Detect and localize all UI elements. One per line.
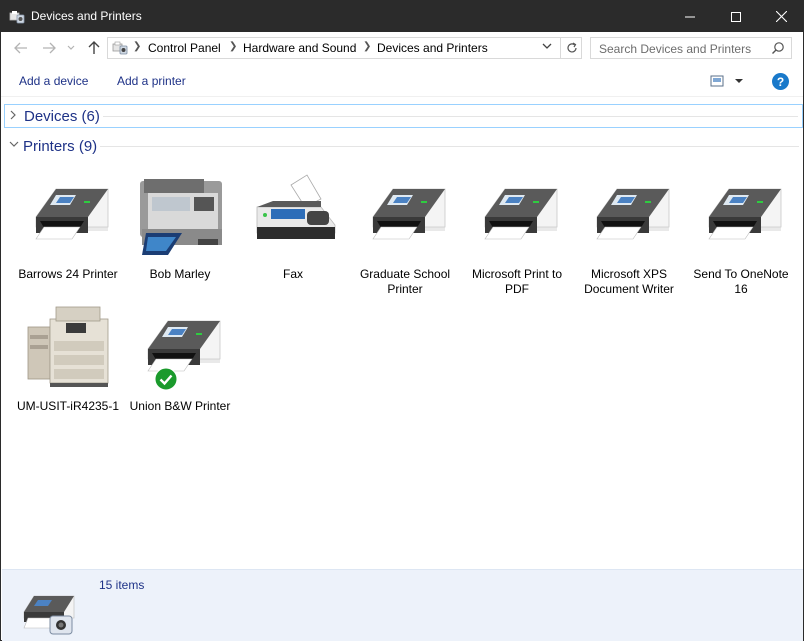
group-header-devices[interactable]: Devices (6) xyxy=(4,104,803,128)
title-bar: Devices and Printers xyxy=(1,1,803,32)
item-count: 15 items xyxy=(99,578,145,592)
copier-icon xyxy=(27,306,109,387)
breadcrumb-separator-icon[interactable]: ❯ xyxy=(363,41,371,52)
maximize-button[interactable] xyxy=(713,1,759,32)
printer-icon xyxy=(484,188,558,240)
close-icon xyxy=(775,11,787,22)
back-button[interactable] xyxy=(11,39,31,57)
printer-item-default[interactable]: Union B&W Printer xyxy=(126,305,234,430)
printer-item[interactable]: Microsoft XPS Document Writer xyxy=(575,173,683,298)
search-icon[interactable] xyxy=(771,41,785,55)
mfp-printer-icon xyxy=(140,179,222,255)
minimize-icon xyxy=(685,16,695,17)
printer-label: Fax xyxy=(282,267,303,281)
group-title-printers: Printers (9) xyxy=(23,138,98,155)
printer-item[interactable]: Graduate School Printer xyxy=(351,173,459,298)
help-button[interactable]: ? xyxy=(772,73,789,90)
printer-item[interactable]: Barrows 24 Printer xyxy=(14,173,122,298)
printer-label: Graduate School Printer xyxy=(359,267,451,296)
printer-icon xyxy=(596,188,670,240)
printer-item[interactable]: Send To OneNote 16 xyxy=(687,173,795,298)
maximize-icon xyxy=(731,11,741,22)
printer-label: Send To OneNote 16 xyxy=(693,267,789,296)
devices-printers-app-icon xyxy=(9,11,25,24)
back-arrow-icon xyxy=(14,42,27,54)
search-input[interactable]: Search Devices and Printers xyxy=(599,42,751,56)
refresh-button[interactable] xyxy=(560,38,582,58)
printer-icon xyxy=(708,188,782,240)
close-button[interactable] xyxy=(758,1,804,32)
group-divider xyxy=(100,146,799,147)
printer-label: Barrows 24 Printer xyxy=(18,267,118,281)
printer-item[interactable]: Fax xyxy=(239,173,347,298)
printer-label: Microsoft XPS Document Writer xyxy=(584,267,674,296)
view-options-icon xyxy=(710,75,743,87)
command-bar: Add a device Add a printer ? xyxy=(1,64,803,97)
explorer-window: Devices and Printers ❯ Control Panel ❯ H… xyxy=(0,0,804,641)
navigation-bar: ❯ Control Panel ❯ Hardware and Sound ❯ D… xyxy=(1,32,803,64)
search-box[interactable]: Search Devices and Printers xyxy=(590,37,792,59)
breadcrumb-separator-icon[interactable]: ❯ xyxy=(229,41,237,52)
group-header-printers[interactable]: Printers (9) xyxy=(4,135,803,159)
devices-printers-location-icon xyxy=(112,41,128,55)
printer-item[interactable]: UM-USIT-iR4235-1 xyxy=(14,305,122,430)
breadcrumb-control-panel[interactable]: Control Panel xyxy=(148,41,221,55)
chevron-down-icon xyxy=(542,43,552,49)
group-divider xyxy=(103,116,798,117)
refresh-icon xyxy=(566,42,577,53)
forward-arrow-icon xyxy=(43,42,56,54)
add-device-button[interactable]: Add a device xyxy=(19,74,88,88)
window-title: Devices and Printers xyxy=(31,9,142,23)
chevron-down-icon xyxy=(8,139,19,151)
breadcrumb-devices-and-printers[interactable]: Devices and Printers xyxy=(377,41,488,55)
fax-icon xyxy=(256,174,336,239)
up-arrow-icon xyxy=(88,41,100,54)
up-button[interactable] xyxy=(84,39,104,57)
printer-label: Union B&W Printer xyxy=(129,399,231,413)
breadcrumb-separator-icon: ❯ xyxy=(133,41,142,52)
chevron-down-icon xyxy=(67,45,75,50)
printer-icon xyxy=(35,188,109,240)
address-history-dropdown[interactable] xyxy=(542,42,552,53)
printer-icon xyxy=(372,188,446,240)
printer-item[interactable]: Bob Marley xyxy=(126,173,234,298)
change-view-button[interactable] xyxy=(710,74,750,88)
breadcrumb-hardware-and-sound[interactable]: Hardware and Sound xyxy=(243,41,356,55)
printer-label: Microsoft Print to PDF xyxy=(471,267,563,296)
printer-label: Bob Marley xyxy=(149,267,211,281)
chevron-right-icon xyxy=(9,109,19,121)
recent-locations-button[interactable] xyxy=(64,39,78,57)
printer-label: UM-USIT-iR4235-1 xyxy=(16,399,120,413)
add-printer-button[interactable]: Add a printer xyxy=(117,74,186,88)
details-pane: 15 items xyxy=(2,569,803,641)
forward-button[interactable] xyxy=(39,39,59,57)
group-title-devices: Devices (6) xyxy=(24,108,100,125)
minimize-button[interactable] xyxy=(667,1,713,32)
default-printer-check-icon xyxy=(154,367,178,391)
printer-icon xyxy=(147,320,221,372)
devices-printers-details-icon xyxy=(23,595,75,635)
address-bar[interactable]: ❯ Control Panel ❯ Hardware and Sound ❯ D… xyxy=(107,37,582,59)
printer-item[interactable]: Microsoft Print to PDF xyxy=(463,173,571,298)
